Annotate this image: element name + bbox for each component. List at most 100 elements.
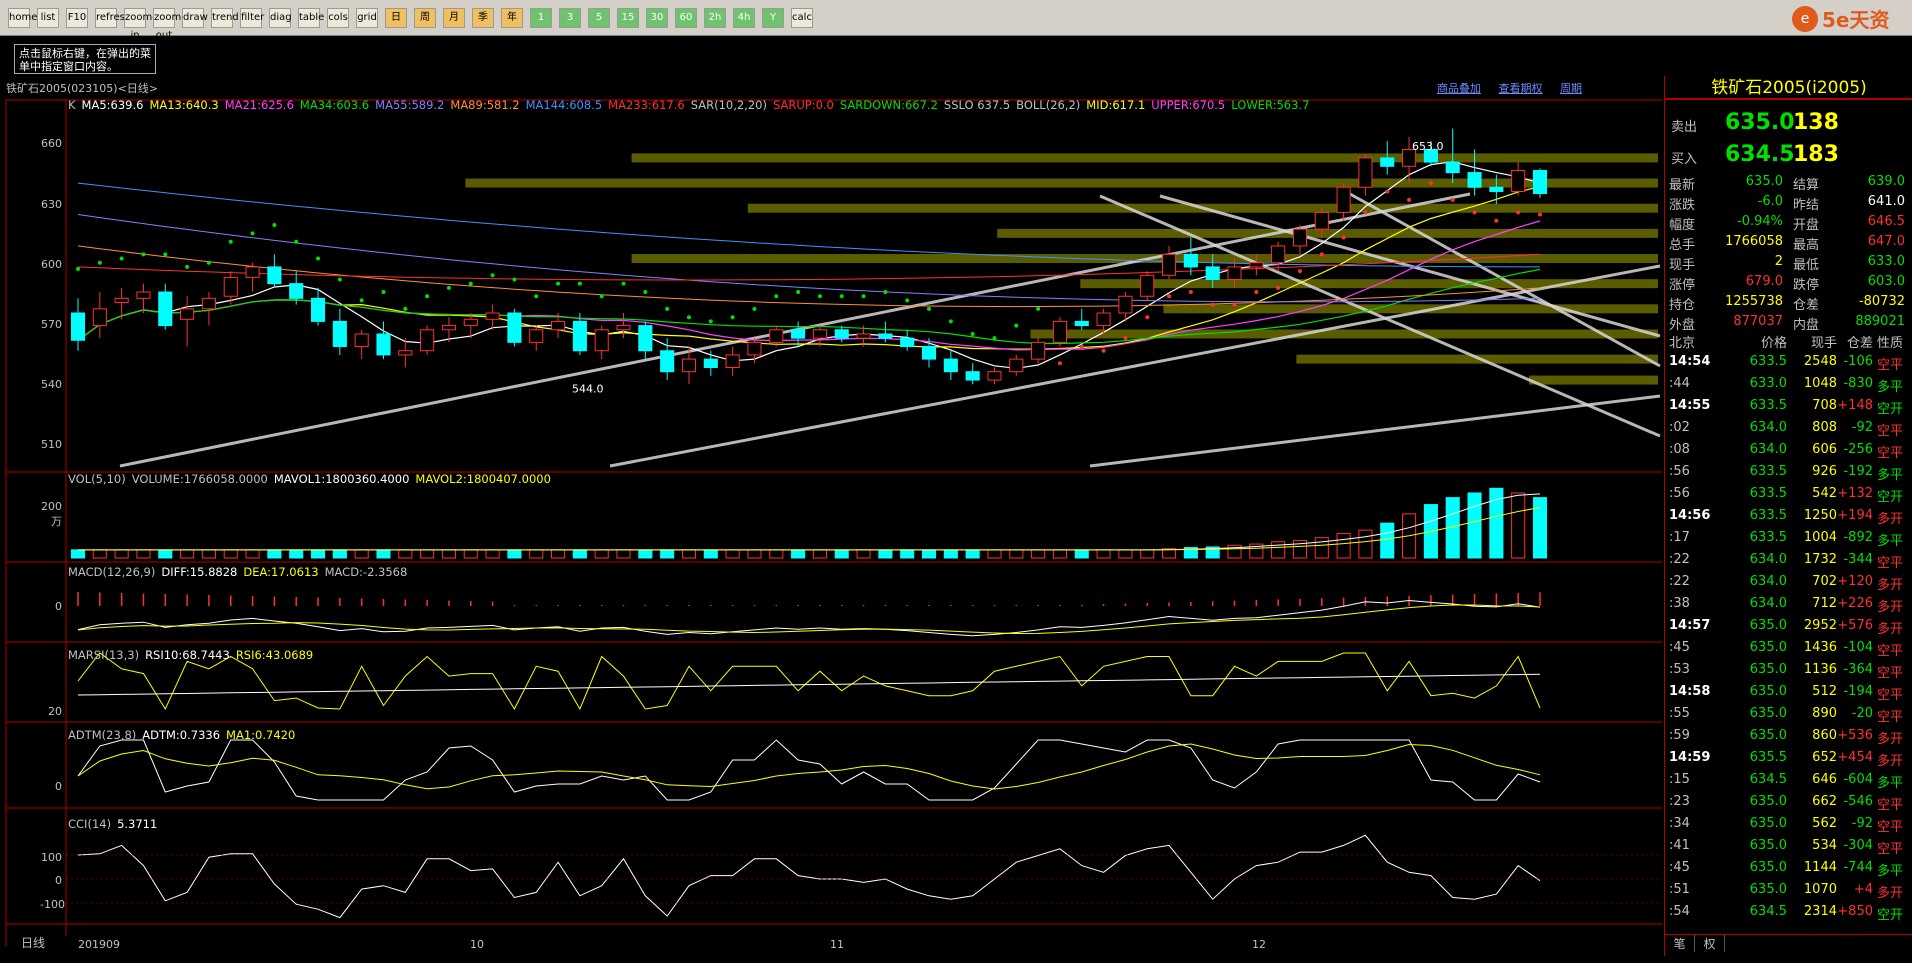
mavol1-line <box>78 493 1541 551</box>
volume-bar <box>354 549 369 559</box>
stat-label: 涨停 <box>1669 278 1696 293</box>
toolbar-btn-17[interactable]: 年 <box>501 8 523 28</box>
tick-time: 14:59 <box>1669 750 1711 765</box>
toolbar-btn-21[interactable]: 15 <box>617 8 639 28</box>
stat-label: 内盘 <box>1793 318 1820 333</box>
ma_line-item-4: MA34:603.6 <box>299 98 370 112</box>
link-view-options[interactable]: 查看期权 <box>1499 82 1543 95</box>
tick-time: :02 <box>1669 420 1690 435</box>
toolbar-btn-19[interactable]: 3 <box>559 8 581 28</box>
rsi-legend: MARSI(13,3) RSI10:68.7443 RSI6:43.0689 <box>68 648 319 662</box>
stat-row: 外盘 877037 内盘 889021 <box>1665 314 1912 334</box>
sar-dot <box>534 294 539 299</box>
tick-volume: 1250 <box>1803 508 1837 523</box>
tick-time: 14:56 <box>1669 508 1711 523</box>
period-label: <日线> <box>117 82 159 95</box>
toolbar-btn-27[interactable]: calc <box>791 8 813 28</box>
toolbar-btn-0[interactable]: home <box>8 8 37 28</box>
link-overlay-commodity[interactable]: 商品叠加 <box>1437 82 1481 95</box>
toolbar-btn-24[interactable]: 2h <box>704 8 726 28</box>
toolbar-btn-18[interactable]: 1 <box>530 8 552 28</box>
tick-price: 635.0 <box>1749 706 1787 721</box>
candle-body <box>987 371 1002 381</box>
toolbar-btn-4[interactable]: zoom-in <box>124 8 156 41</box>
adtm-legend: ADTM(23,8) ADTM:0.7336 MA1:0.7420 <box>68 728 301 742</box>
toolbar-btn-20[interactable]: 5 <box>588 8 610 28</box>
toolbar-btn-5[interactable]: zoom-out <box>153 8 185 41</box>
toolbar-btn-10[interactable]: table <box>298 8 324 28</box>
quote-title: 铁矿石2005(i2005) <box>1665 76 1912 100</box>
volume-bar <box>485 549 500 559</box>
toolbar-btn-23[interactable]: 60 <box>675 8 697 28</box>
tick-row: :22 634.0 702 +120 多开 <box>1665 574 1912 596</box>
tick-row: 14:58 635.0 512 -194 空平 <box>1665 684 1912 706</box>
sar-dot <box>163 252 168 257</box>
quote-tab-0[interactable]: 笔 <box>1665 935 1695 952</box>
toolbar-btn-26[interactable]: Y <box>762 8 784 28</box>
macd-axis-tick: 0 <box>55 600 62 613</box>
tick-time: 14:54 <box>1669 354 1711 369</box>
period-tab-daily[interactable]: 日线 <box>0 934 66 952</box>
tick-row: :02 634.0 808 -92 空平 <box>1665 420 1912 442</box>
toolbar-btn-11[interactable]: cols <box>327 8 349 28</box>
tick-time: :56 <box>1669 486 1690 501</box>
toolbar-btn-7[interactable]: trend <box>211 8 239 28</box>
volume-bar <box>1380 522 1395 559</box>
tick-nature: 空平 <box>1877 424 1904 439</box>
toolbar-btn-9[interactable]: diag <box>269 8 292 28</box>
tick-oi-change: +576 <box>1837 618 1873 633</box>
quote-tab-1[interactable]: 权 <box>1695 935 1725 952</box>
toolbar-btn-3[interactable]: refresh <box>95 8 131 28</box>
tick-oi-change: -192 <box>1843 464 1873 479</box>
tick-oi-change: -344 <box>1843 552 1873 567</box>
sar-dot <box>316 256 321 261</box>
kline-chart-svg[interactable]: 653.0 544.0 <box>0 76 1662 956</box>
toolbar-btn-15[interactable]: 月 <box>443 8 465 28</box>
tick-row: :15 634.5 646 -604 多平 <box>1665 772 1912 794</box>
toolbar-btn-25[interactable]: 4h <box>733 8 755 28</box>
toolbar-btn-13[interactable]: 日 <box>385 8 407 28</box>
toolbar-btn-16[interactable]: 季 <box>472 8 494 28</box>
stat-label: 外盘 <box>1669 318 1696 333</box>
stat-label: 幅度 <box>1669 218 1696 233</box>
tick-time: :41 <box>1669 838 1690 853</box>
toolbar-btn-14[interactable]: 周 <box>414 8 436 28</box>
tick-price: 635.0 <box>1749 816 1787 831</box>
tick-volume: 926 <box>1812 464 1837 479</box>
tick-oi-change: -892 <box>1843 530 1873 545</box>
tick-row: :54 634.5 2314 +850 空开 <box>1665 904 1912 926</box>
sell-quote: 卖出 635.0 138 <box>1665 108 1912 138</box>
link-period[interactable]: 周期 <box>1560 82 1582 95</box>
high-price-label: 653.0 <box>1412 140 1444 153</box>
ma_line-item-8: MA233:617.6 <box>608 98 685 112</box>
stat-row: 涨停 679.0 跌停 603.0 <box>1665 274 1912 294</box>
sar-dot <box>796 290 801 295</box>
candle-body <box>267 266 282 285</box>
ma-legend: K MA5:639.6 MA13:640.3 MA21:625.6 MA34:603.6… <box>68 98 1315 112</box>
candle-body <box>551 320 566 331</box>
tick-oi-change: +454 <box>1837 750 1873 765</box>
candle-body <box>1532 169 1548 195</box>
toolbar-btn-22[interactable]: 30 <box>646 8 668 28</box>
sar-dot <box>206 260 211 265</box>
tick-oi-change: -92 <box>1851 816 1873 831</box>
kline-chart-area[interactable]: 653.0 544.0 <box>0 76 1662 956</box>
tick-volume: 662 <box>1812 794 1837 809</box>
toolbar-btn-8[interactable]: filter <box>240 8 264 28</box>
tick-oi-change: -104 <box>1843 640 1873 655</box>
tick-nature: 多平 <box>1877 380 1904 395</box>
tick-oi-change: -744 <box>1843 860 1873 875</box>
tick-time: :59 <box>1669 728 1690 743</box>
volume-bar <box>289 549 304 559</box>
toolbar-btn-12[interactable]: grid <box>356 8 378 28</box>
toolbar-btn-6[interactable]: draw <box>182 8 208 28</box>
candle-body <box>1467 172 1482 188</box>
toolbar-btn-2[interactable]: F10 <box>66 8 88 28</box>
sar-dot <box>359 298 364 303</box>
toolbar-btn-1[interactable]: list <box>37 8 59 28</box>
stat-row: 现手 2 最低 633.0 <box>1665 254 1912 274</box>
tick-row: :59 635.0 860 +536 多开 <box>1665 728 1912 750</box>
candle-body <box>1336 186 1351 213</box>
tick-oi-change: -20 <box>1851 706 1873 721</box>
sar-dot <box>752 306 757 311</box>
